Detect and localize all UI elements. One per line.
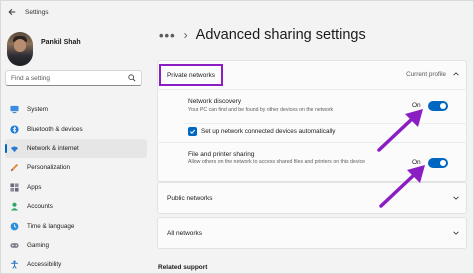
breadcrumb-separator: › [183,28,188,42]
file-printer-sharing-description: Allow others on the network to access sh… [188,159,366,165]
file-printer-sharing-toggle[interactable] [428,158,448,168]
auto-setup-label: Set up network connected devices automat… [201,128,336,135]
sidebar-item-time-language[interactable]: Time & language [5,216,147,235]
accessibility-icon [10,260,19,270]
settings-window: Settings Pankil Shah System Bluetooth & … [0,0,474,274]
bluetooth-icon [10,125,19,134]
file-printer-sharing-row: File and printer sharing Allow others on… [158,142,466,182]
sidebar-item-gaming[interactable]: Gaming [5,236,147,255]
network-discovery-row: Network discovery Your PC can find and b… [158,89,466,123]
breadcrumb: ••• › Advanced sharing settings [159,27,366,43]
network-discovery-description: Your PC can find and be found by other d… [188,107,334,113]
network-discovery-title: Network discovery [188,98,242,105]
sidebar-item-system[interactable]: System [5,100,147,119]
checkmark-icon [190,129,196,134]
auto-setup-checkbox[interactable] [188,127,197,136]
sidebar-item-label: Accessibility [27,261,62,269]
sidebar-item-label: Gaming [27,241,50,249]
breadcrumb-overflow-button[interactable]: ••• [159,28,176,43]
private-networks-header[interactable]: Private networks Current profile [158,61,466,89]
gamepad-icon [10,241,19,250]
sidebar-item-label: Apps [27,183,42,191]
chevron-down-icon [453,231,459,235]
sidebar-item-label: Network & internet [27,144,79,152]
all-networks-section[interactable]: All networks [157,217,467,249]
sidebar-item-label: Personalization [27,164,71,172]
user-profile[interactable]: Pankil Shah [7,29,147,69]
public-networks-section[interactable]: Public networks [157,182,467,214]
back-button[interactable] [3,1,21,23]
related-support-heading: Related support [158,264,208,271]
chevron-up-icon[interactable] [452,70,460,78]
network-discovery-state: On [412,102,421,109]
highlight-box: Private networks [159,64,223,86]
public-networks-label: Public networks [167,195,213,202]
network-discovery-toggle[interactable] [428,101,448,111]
globe-clock-icon [10,222,19,231]
sidebar-item-label: Time & language [27,222,75,230]
all-networks-label: All networks [167,230,203,237]
search-input[interactable] [11,74,128,82]
sidebar-item-network[interactable]: Network & internet [5,138,147,159]
sidebar: Pankil Shah System Bluetooth & devices N… [1,23,153,273]
apps-icon [10,183,19,192]
chevron-down-icon [453,196,459,200]
auto-setup-row: Set up network connected devices automat… [158,123,466,141]
sidebar-item-personalization[interactable]: Personalization [5,158,147,177]
sidebar-item-label: Accounts [27,203,53,211]
sidebar-item-apps[interactable]: Apps [5,178,147,197]
page-title: Advanced sharing settings [195,27,366,43]
brush-icon [10,163,19,172]
search-icon [128,74,136,82]
search-box[interactable] [5,70,142,86]
private-networks-label: Private networks [166,71,216,79]
monitor-icon [10,105,19,114]
back-arrow-icon [8,8,16,16]
file-printer-sharing-state: On [412,159,421,166]
wifi-icon [10,144,19,153]
sidebar-nav: System Bluetooth & devices Network & int… [5,100,147,273]
file-printer-sharing-title: File and printer sharing [188,151,255,158]
sidebar-item-accessibility[interactable]: Accessibility [5,255,147,273]
title-bar: Settings [1,1,473,23]
app-title: Settings [25,8,49,16]
profile-name: Pankil Shah [41,38,81,46]
current-profile-label: Current profile [406,71,446,78]
sidebar-item-label: System [27,106,48,114]
sidebar-item-label: Bluetooth & devices [27,125,83,133]
avatar [7,32,33,66]
person-icon [10,202,19,211]
sidebar-item-bluetooth[interactable]: Bluetooth & devices [5,119,147,138]
sidebar-item-accounts[interactable]: Accounts [5,197,147,216]
private-networks-section: Private networks Current profile Network… [157,60,467,182]
